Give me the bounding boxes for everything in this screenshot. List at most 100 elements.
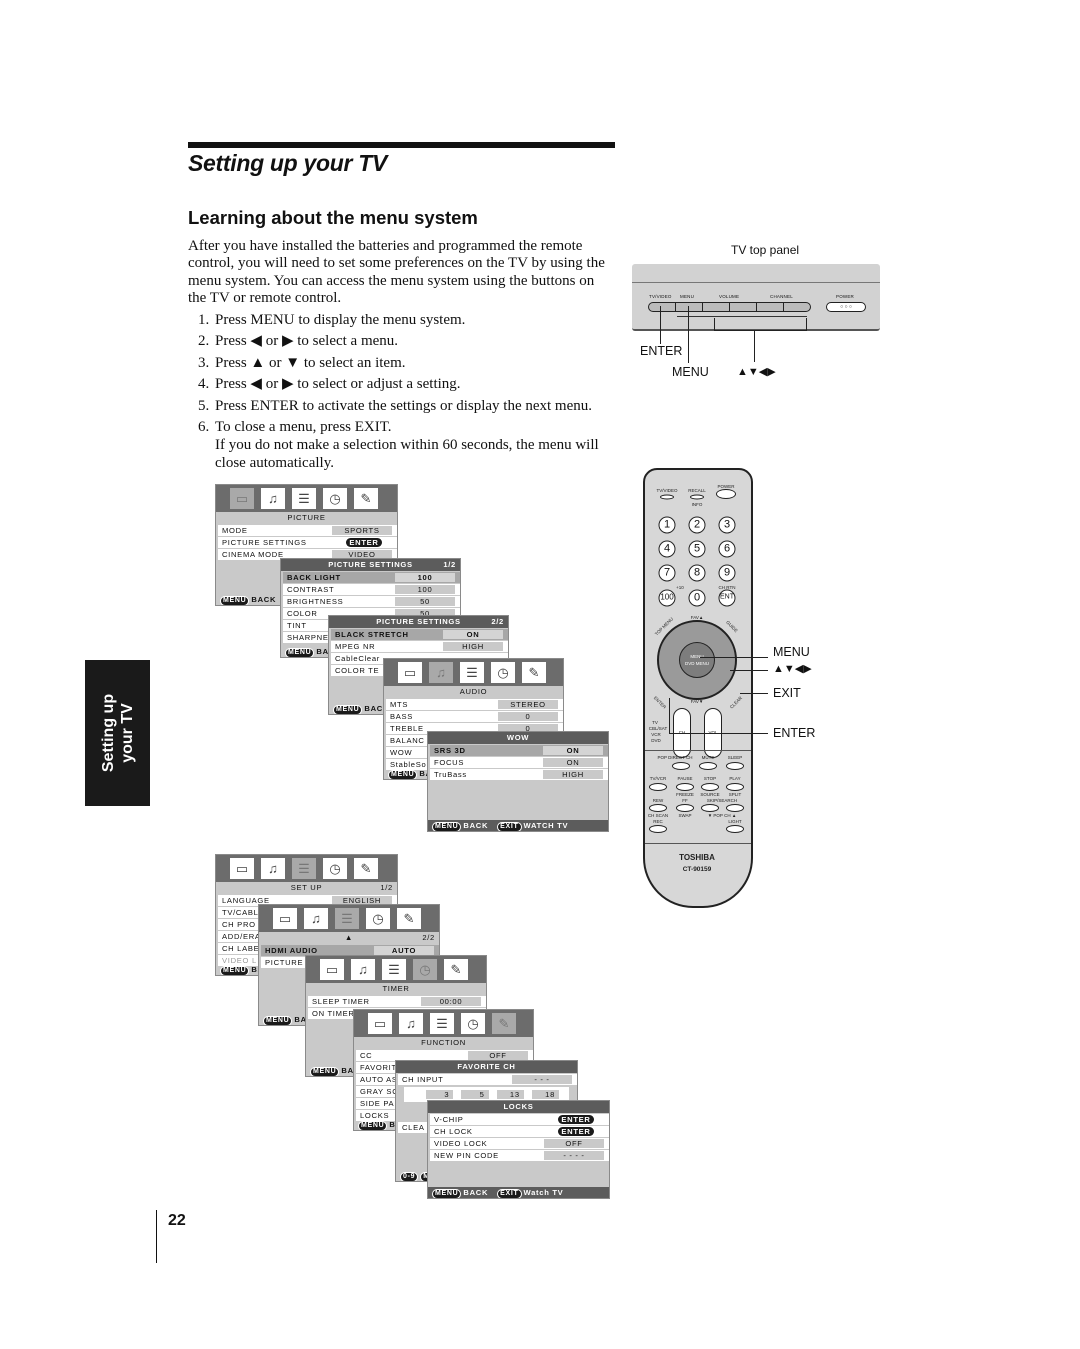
step-number: 1.	[198, 312, 210, 328]
menu-row-value: ON	[443, 630, 503, 639]
menu-row[interactable]: SRS 3D ON	[430, 745, 608, 756]
remote-label-swap: SWAP	[678, 813, 692, 818]
remote-label-stop: STOP	[703, 776, 717, 781]
tv-label-power: POWER	[836, 294, 855, 299]
footer-key-menu: MENU	[263, 1016, 293, 1025]
menu-row-label: COLOR TE	[335, 666, 380, 675]
number-button-0: 0	[688, 589, 706, 607]
menu-row-label: TV/CABL	[222, 908, 259, 917]
tv-label-tvvideo: TV/VIDEO	[649, 294, 672, 299]
menu-row-label: CH INPUT	[402, 1075, 444, 1084]
music-note-icon: ♫	[304, 908, 328, 929]
menu-row[interactable]: BASS 0	[386, 711, 563, 722]
menu-row-label: WOW	[390, 748, 413, 757]
music-note-icon: ♫	[399, 1013, 423, 1034]
menu-row[interactable]: FOCUS ON	[430, 757, 608, 768]
menu-row-label: SHARPNE	[287, 633, 329, 642]
menu-row-value: 50	[395, 597, 455, 606]
remote-label-fav-down: FAV▼	[690, 699, 704, 704]
menu-row[interactable]: NEW PIN CODE - - - -	[430, 1150, 609, 1161]
menu-page-indicator: 1/2	[443, 560, 456, 569]
menu-row[interactable]: VIDEO LOCK OFF	[430, 1138, 609, 1149]
menu-row-label: TREBLE	[390, 724, 424, 733]
menu-row[interactable]: MTS STEREO	[386, 699, 563, 710]
menu-row[interactable]: BLACK STRETCH ON	[331, 629, 508, 640]
menu-row-label: SLEEP TIMER	[312, 997, 370, 1006]
menu-row-label: VIDEO LOCK	[434, 1139, 488, 1148]
menu-icon-bar: ▭ ♫ ☰ ◷ ✎	[354, 1010, 533, 1037]
step: 4. Press ◀ or ▶ to select or adjust a set…	[198, 376, 618, 394]
clock-icon: ◷	[413, 959, 437, 980]
menu-row-label: SIDE PA	[360, 1099, 395, 1108]
music-note-icon: ♫	[351, 959, 375, 980]
rew-button	[649, 804, 667, 812]
menu-row[interactable]: CH INPUT - - -	[398, 1074, 577, 1085]
menu-title-text: PICTURE SETTINGS	[376, 617, 461, 626]
menu-screen-locks: LOCKS V-CHIP ENTER CH LOCK ENTER VIDEO LOCK OF…	[427, 1100, 610, 1199]
step-number: 3.	[198, 355, 210, 371]
menu-row-label: ON TIMER	[312, 1009, 355, 1018]
footer-key-menu: MENU	[432, 822, 462, 831]
menu-row[interactable]: CH LOCK ENTER	[430, 1126, 609, 1137]
number-button: 5	[688, 540, 706, 558]
tv-icon: ▭	[368, 1013, 392, 1034]
menu-row[interactable]: V-CHIP ENTER	[430, 1114, 609, 1125]
menu-row[interactable]: PICTURE SETTINGS ENTER	[218, 537, 397, 548]
remote-arrows-callout: ▲▼◀▶	[773, 663, 812, 675]
menu-row-value: HIGH	[443, 642, 503, 651]
setup-list-icon: ☰	[460, 662, 484, 683]
menu-icon-bar: ▭ ♫ ☰ ◷ ✎	[216, 485, 397, 512]
recall-button	[690, 494, 704, 500]
pop-direct-button	[672, 762, 690, 770]
timeout-note: If you do not make a selection within 60…	[215, 437, 599, 471]
menu-title-text: PICTURE SETTINGS	[328, 560, 413, 569]
menu-title-text: ▲	[344, 933, 354, 942]
remote-model: CT-90159	[682, 866, 712, 873]
menu-row[interactable]: SLEEP TIMER 00:00	[308, 996, 486, 1007]
menu-row[interactable]: CONTRAST 100	[283, 584, 460, 595]
menu-row-value: 0	[498, 712, 558, 721]
footer-key-menu: MENU	[432, 1189, 462, 1198]
remote-label-tvvcr: TV/VCR	[649, 776, 667, 781]
menu-title-text: LOCKS	[503, 1102, 534, 1111]
remote-label-plus10: +10	[676, 585, 684, 590]
remote-label-recall: RECALL	[688, 488, 706, 493]
menu-row[interactable]: MODE SPORTS	[218, 525, 397, 536]
tv-icon: ▭	[320, 959, 344, 980]
menu-title-text: FUNCTION	[421, 1038, 466, 1047]
menu-row[interactable]: BACK LIGHT 100	[283, 572, 460, 583]
number-button: 3	[718, 516, 736, 534]
light-button	[726, 825, 744, 833]
rec-button	[649, 825, 667, 833]
tv-label-volume: VOLUME	[719, 294, 740, 299]
footer-key-exit: EXIT	[497, 822, 522, 831]
menu-footer: MENU BACK EXIT WATCH TV	[428, 820, 608, 831]
power-button	[716, 489, 736, 499]
ent-button: ENT	[718, 589, 736, 607]
number-button-100: 100	[658, 589, 676, 607]
footer-key-hint: Watch TV	[523, 1188, 564, 1197]
tv-icon: ▭	[230, 858, 254, 879]
footer-key-exit: EXIT	[497, 1189, 522, 1198]
menu-title-text: TIMER	[382, 984, 410, 993]
menu-footer: MENU BACK EXIT Watch TV	[428, 1187, 609, 1198]
number-button: 7	[658, 564, 676, 582]
tv-icon: ▭	[230, 488, 254, 509]
menu-row-value: ENTER	[558, 1115, 594, 1124]
menu-title: TIMER	[306, 983, 486, 995]
menu-icon-bar: ▭ ♫ ☰ ◷ ✎	[306, 956, 486, 983]
menu-row-label: BASS	[390, 712, 414, 721]
menu-row[interactable]: BRIGHTNESS 50	[283, 596, 460, 607]
menu-row-label: CONTRAST	[287, 585, 335, 594]
mode-cblsat: CBL/SAT	[648, 726, 668, 731]
footer-key-menu: MENU	[310, 1067, 340, 1076]
wrench-icon: ✎	[492, 1013, 516, 1034]
number-button: 1	[658, 516, 676, 534]
menu-row[interactable]: MPEG NR HIGH	[331, 641, 508, 652]
footer-key-menu: MENU	[388, 770, 418, 779]
menu-row[interactable]: TruBass HIGH	[430, 769, 608, 780]
menu-row-value: HIGH	[543, 770, 603, 779]
menu-title: ▲ 2/2	[259, 932, 439, 944]
number-button: 4	[658, 540, 676, 558]
menu-row-value: ON	[543, 758, 603, 767]
